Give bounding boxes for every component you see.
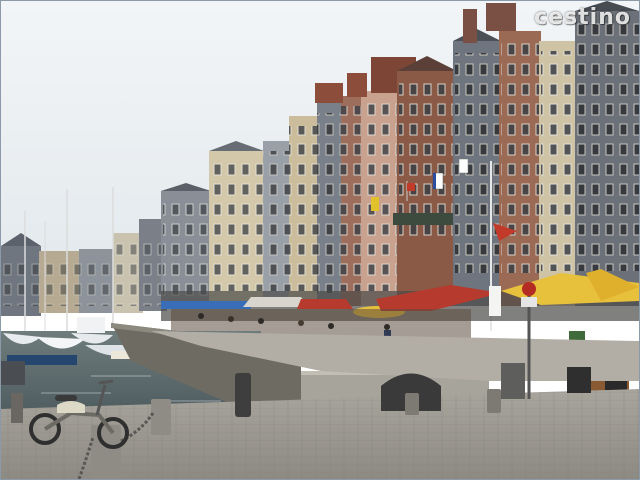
photo-frame: cestino (0, 0, 640, 480)
watermark-text: cestino (534, 5, 631, 30)
harbor-photo (1, 1, 639, 479)
